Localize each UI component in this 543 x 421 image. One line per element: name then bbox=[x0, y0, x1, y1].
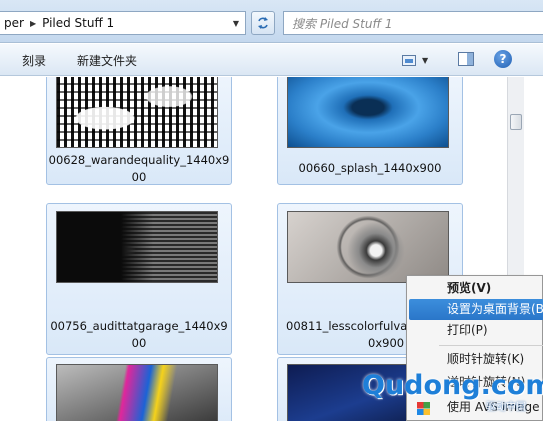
address-history-dropdown-icon[interactable]: ▼ bbox=[227, 12, 245, 34]
chevron-down-icon[interactable]: ▼ bbox=[422, 56, 428, 65]
file-item[interactable]: 00756_audittatgarage_1440x9 00 bbox=[46, 203, 232, 355]
menu-item-rotate-clockwise[interactable]: 顺时针旋转(K) bbox=[409, 349, 543, 370]
file-thumbnail bbox=[56, 364, 218, 421]
new-folder-button[interactable]: 新建文件夹 bbox=[77, 52, 137, 69]
menu-separator bbox=[439, 345, 543, 346]
file-thumbnail bbox=[287, 77, 449, 148]
file-name: 00660_splash_1440x900 bbox=[298, 161, 442, 175]
breadcrumb-current-folder[interactable]: Piled Stuff 1 bbox=[38, 16, 118, 30]
search-input[interactable]: 搜索 Piled Stuff 1 bbox=[283, 11, 543, 35]
breadcrumb-segment[interactable]: per bbox=[0, 16, 28, 30]
file-thumbnail bbox=[56, 77, 218, 148]
menu-item-print[interactable]: 打印(P) bbox=[409, 320, 543, 341]
file-item[interactable] bbox=[46, 357, 232, 421]
file-thumbnail bbox=[287, 211, 449, 283]
address-bar[interactable]: per ▶ Piled Stuff 1 ▼ bbox=[0, 11, 246, 35]
views-icon bbox=[402, 54, 416, 66]
refresh-button[interactable] bbox=[251, 11, 275, 35]
watermark-subtitle: 驱动中国 bbox=[486, 402, 526, 413]
preview-pane-icon[interactable] bbox=[458, 52, 474, 66]
refresh-icon bbox=[258, 17, 268, 29]
burn-button[interactable]: 刻录 bbox=[22, 52, 46, 69]
help-icon[interactable]: ? bbox=[494, 50, 512, 68]
menu-item-preview[interactable]: 预览(V) bbox=[409, 278, 543, 299]
search-placeholder: 搜索 Piled Stuff 1 bbox=[292, 16, 393, 31]
file-name: 00756_audittatgarage_1440x9 00 bbox=[50, 319, 228, 350]
navigation-bar: per ▶ Piled Stuff 1 ▼ 搜索 Piled Stuff 1 bbox=[0, 0, 543, 43]
command-bar: 刻录 新建文件夹 ▼ ? bbox=[0, 44, 543, 76]
change-view-button[interactable]: ▼ bbox=[402, 51, 442, 69]
breadcrumb-separator-icon[interactable]: ▶ bbox=[28, 19, 38, 28]
file-thumbnail bbox=[56, 211, 218, 283]
menu-item-set-desktop-background[interactable]: 设置为桌面背景(B) bbox=[409, 299, 543, 320]
file-name: 00628_warandequality_1440x9 00 bbox=[48, 153, 230, 184]
scrollbar-thumb[interactable] bbox=[510, 114, 522, 130]
file-item[interactable]: 00660_splash_1440x900 bbox=[277, 77, 463, 185]
file-item[interactable]: 00628_warandequality_1440x9 00 bbox=[46, 77, 232, 185]
